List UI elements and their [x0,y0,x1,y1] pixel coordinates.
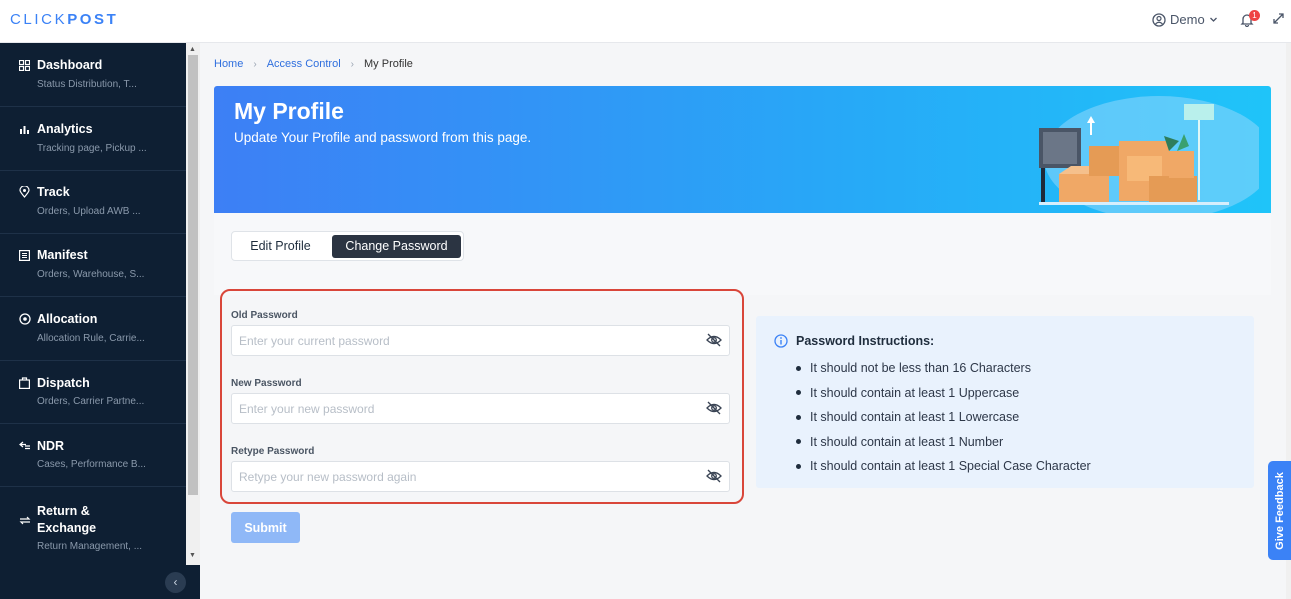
give-feedback-button[interactable]: Give Feedback [1268,461,1291,560]
scroll-up-arrow-icon[interactable]: ▲ [189,46,196,53]
location-pin-icon [18,186,31,199]
target-icon [18,313,31,326]
sidebar-scrollbar-thumb[interactable] [188,55,198,495]
page-subtitle: Update Your Profile and password from th… [234,130,532,145]
old-password-input[interactable] [232,326,702,355]
retype-password-label: Retype Password [231,446,315,457]
list-item: It should contain at least 1 Number [796,430,1091,455]
sidebar-item-label: NDR [37,439,65,453]
profile-tabs: Edit Profile Change Password [231,231,464,261]
list-item: It should contain at least 1 Uppercase [796,381,1091,406]
sidebar-item-track[interactable]: Track Orders, Upload AWB ... [0,171,186,234]
sidebar-item-sub: Orders, Warehouse, S... [37,269,145,280]
eye-off-icon[interactable] [706,401,722,415]
old-password-field [231,325,730,356]
sidebar-item-sub: Status Distribution, T... [37,79,137,90]
list-item: It should contain at least 1 Special Cas… [796,454,1091,479]
sidebar-item-label: Allocation [37,312,98,326]
new-password-input[interactable] [232,394,702,423]
list-item: It should contain at least 1 Lowercase [796,405,1091,430]
sidebar-item-analytics[interactable]: Analytics Tracking page, Pickup ... [0,107,186,171]
sidebar-item-allocation[interactable]: Allocation Allocation Rule, Carrie... [0,297,186,361]
package-icon [18,377,31,390]
sidebar-item-label: Dispatch [37,376,90,390]
new-password-label: New Password [231,378,302,389]
user-menu[interactable]: Demo [1152,12,1218,27]
sidebar-item-dispatch[interactable]: Dispatch Orders, Carrier Partne... [0,361,186,424]
moving-boxes-illustration [1039,96,1259,213]
tab-change-password[interactable]: Change Password [332,235,461,258]
user-circle-icon [1152,12,1166,27]
sidebar-item-ndr[interactable]: NDR Cases, Performance B... [0,424,186,487]
bar-chart-icon [18,123,31,136]
breadcrumb: Home › Access Control › My Profile [214,58,413,70]
sidebar-item-label: Dashboard [37,58,103,72]
tab-edit-profile[interactable]: Edit Profile [235,235,326,258]
old-password-label: Old Password [231,310,298,321]
chevron-right-icon: › [350,58,355,70]
sidebar: Dashboard Status Distribution, T... Anal… [0,43,200,599]
instructions-list: It should not be less than 16 Characters… [796,356,1091,479]
exchange-icon [18,514,31,527]
user-name: Demo [1170,12,1205,27]
sidebar-item-dashboard[interactable]: Dashboard Status Distribution, T... [0,43,186,107]
profile-banner: My Profile Update Your Profile and passw… [214,86,1271,213]
password-instructions: Password Instructions: It should not be … [756,316,1254,488]
give-feedback-label: Give Feedback [1273,471,1286,550]
breadcrumb-access-control[interactable]: Access Control [267,58,341,70]
submit-button[interactable]: Submit [231,512,300,543]
clickpost-logo[interactable]: CLICKPOST [10,11,118,28]
sidebar-item-return-exchange[interactable]: Return & Exchange Return Management, ... [0,487,186,565]
chevron-down-icon [1209,17,1217,22]
document-list-icon [18,249,31,262]
scroll-down-arrow-icon[interactable]: ▼ [189,552,196,559]
sidebar-item-sub: Tracking page, Pickup ... [37,143,147,154]
breadcrumb-home[interactable]: Home [214,58,243,70]
sidebar-item-label: Return & Exchange [37,504,97,535]
sidebar-item-label: Manifest [37,248,88,262]
chevron-right-icon: › [253,58,257,70]
sidebar-item-manifest[interactable]: Manifest Orders, Warehouse, S... [0,234,186,297]
notification-badge: 1 [1249,10,1260,21]
sidebar-item-sub: Cases, Performance B... [37,459,146,470]
eye-off-icon[interactable] [706,333,722,347]
info-icon [774,334,788,348]
sidebar-item-sub: Orders, Upload AWB ... [37,206,141,217]
retype-password-input[interactable] [232,462,702,491]
sidebar-item-label: Track [37,185,70,199]
sidebar-item-sub: Orders, Carrier Partne... [37,396,145,407]
sidebar-item-label: Analytics [37,122,93,136]
new-password-field [231,393,730,424]
sidebar-item-sub: Return Management, ... [37,541,143,552]
eye-off-icon[interactable] [706,469,722,483]
list-item: It should not be less than 16 Characters [796,356,1091,381]
top-bar: CLICKPOST Demo 1 [0,0,1291,43]
grid-icon [18,59,31,72]
instructions-title: Password Instructions: [796,334,935,348]
undo-list-icon [18,440,31,453]
retype-password-field [231,461,730,492]
sidebar-item-sub: Allocation Rule, Carrie... [37,333,145,344]
breadcrumb-current: My Profile [364,58,413,70]
expand-icon[interactable] [1272,12,1285,25]
page-title: My Profile [234,98,344,124]
collapse-sidebar-button[interactable]: ‹ [165,572,186,593]
